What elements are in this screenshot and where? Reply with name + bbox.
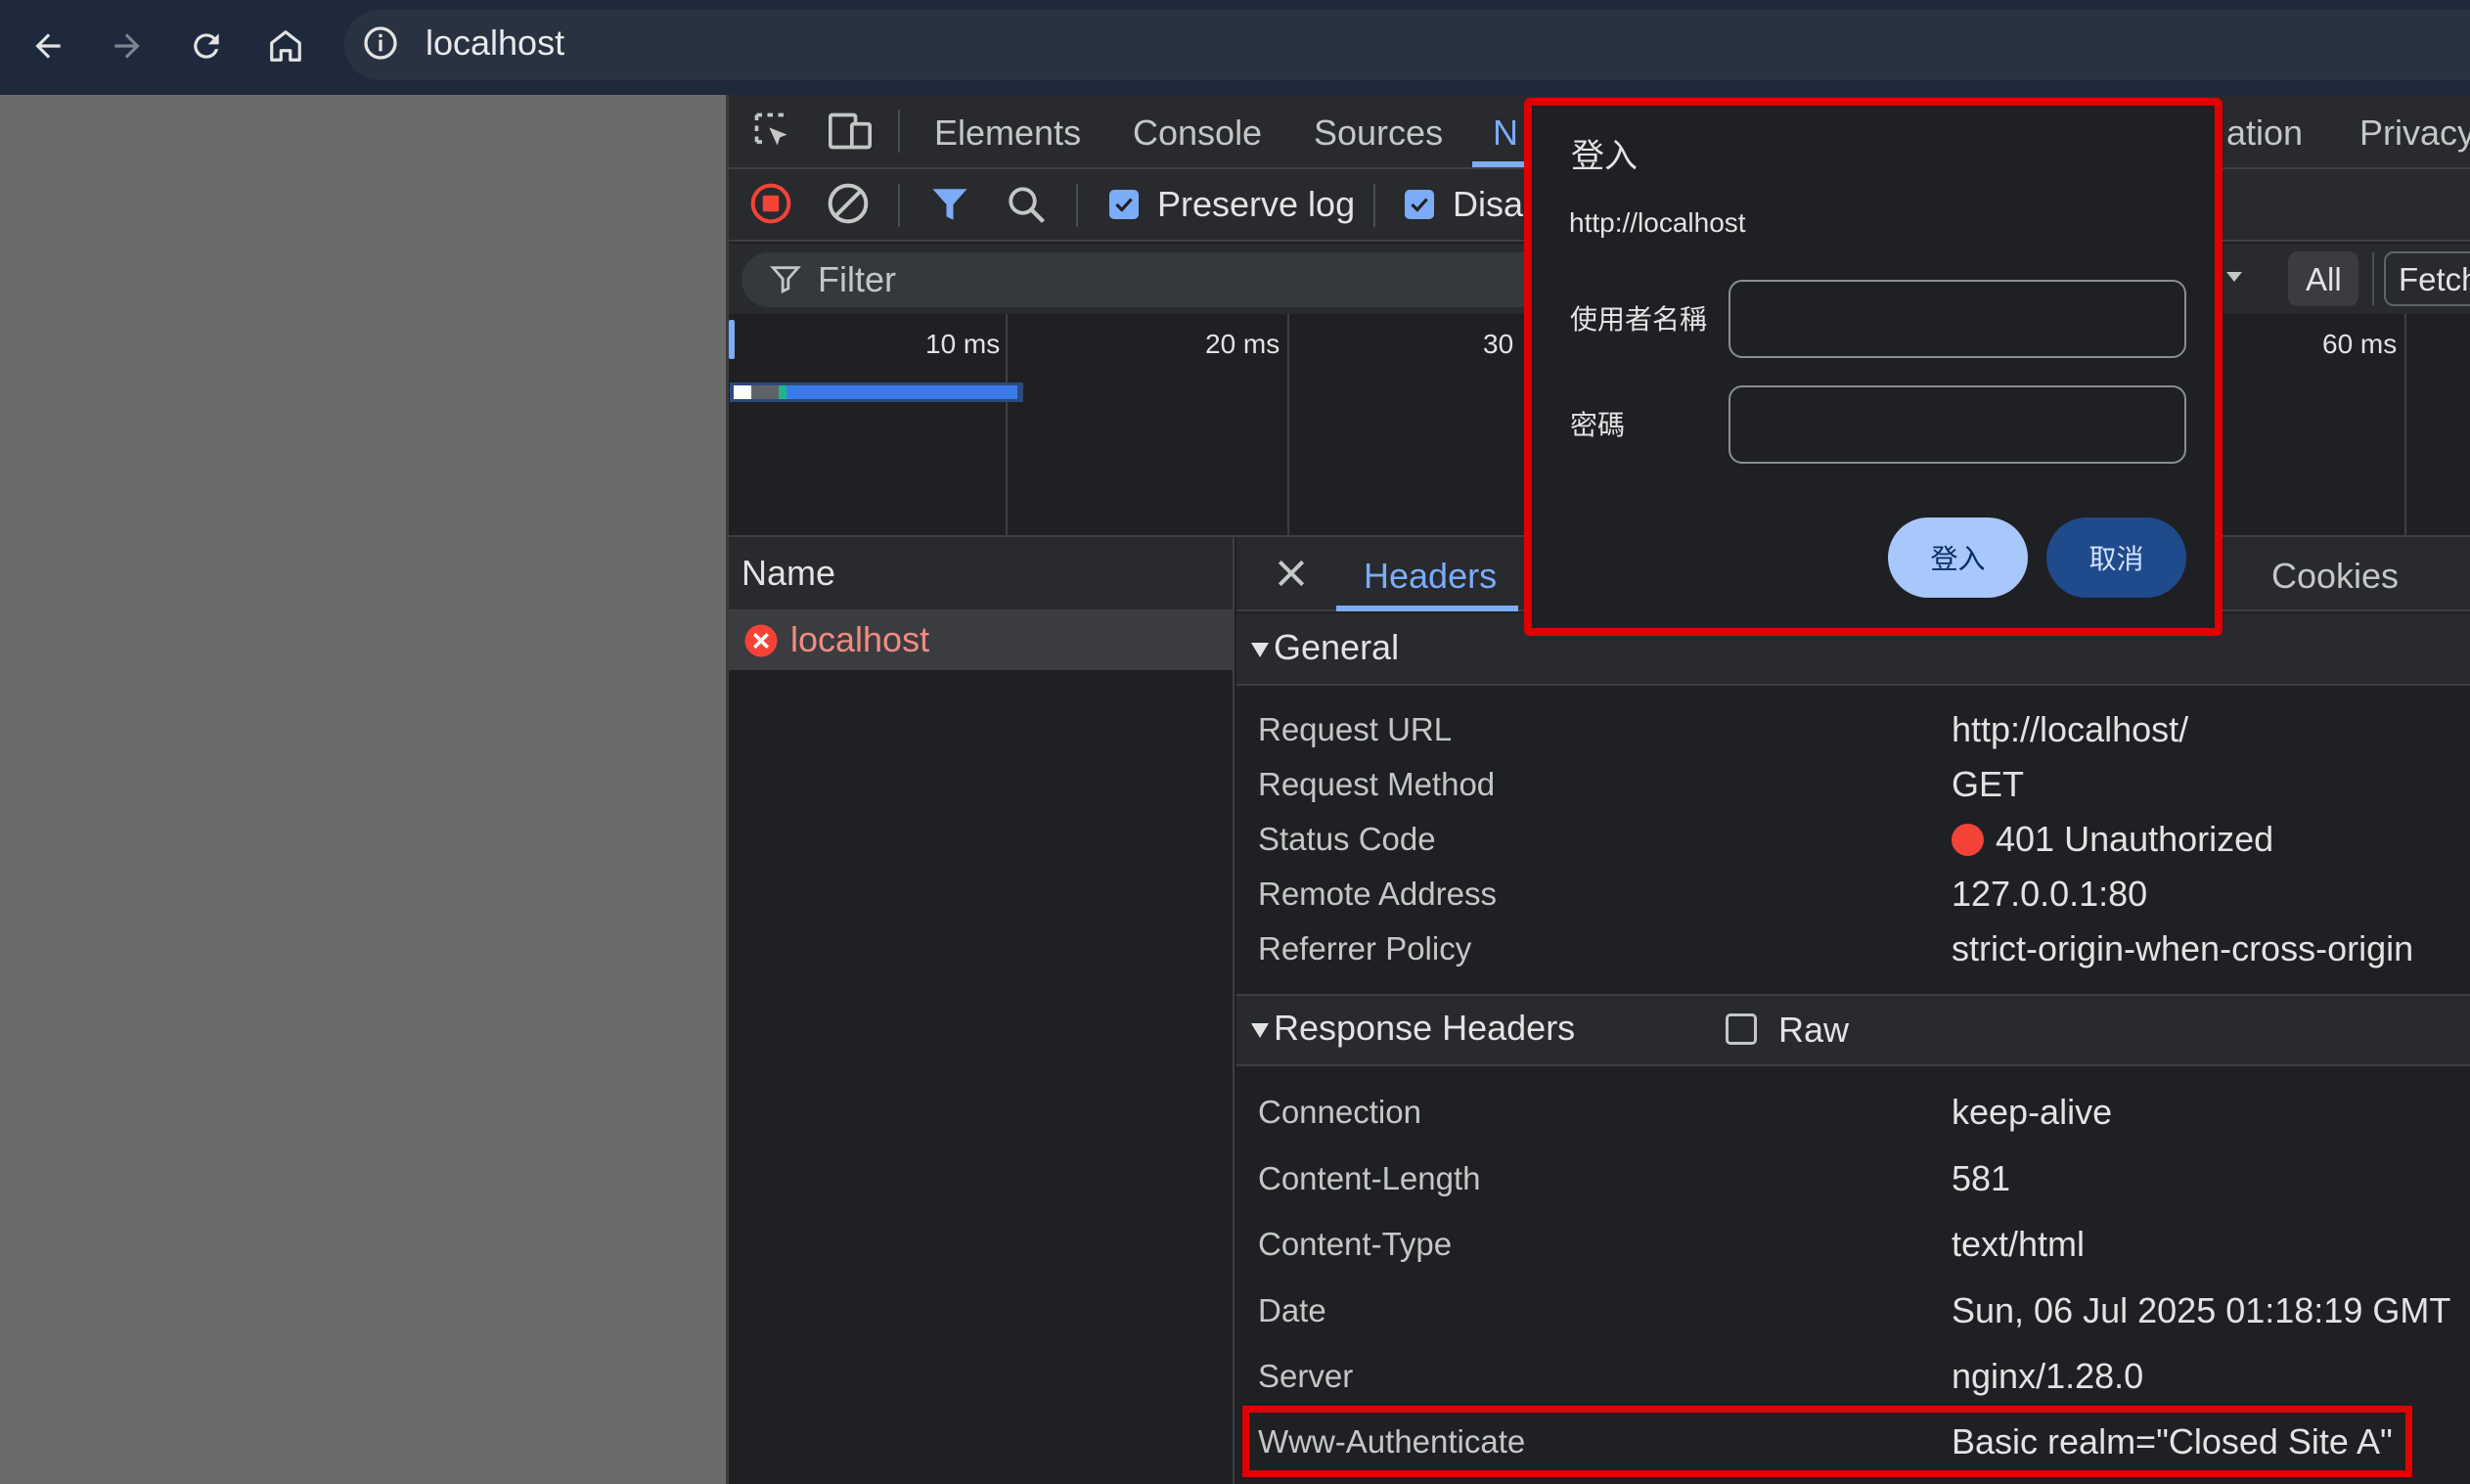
divider [1076, 184, 1078, 227]
header-value: Sun, 06 Jul 2025 01:18:19 GMT [1952, 1290, 2451, 1330]
back-icon[interactable] [22, 20, 74, 72]
dialog-title: 登入 [1571, 138, 1638, 175]
active-tab-indicator [1472, 161, 1531, 167]
timeline-request-bar-stalled [751, 385, 779, 399]
timeline-label: 20 ms [1205, 329, 1280, 359]
url-text[interactable]: localhost [426, 20, 564, 67]
name-header-label: Name [741, 553, 836, 593]
search-icon[interactable] [1006, 184, 1047, 225]
stop-recording-icon[interactable] [749, 182, 792, 225]
error-icon [743, 623, 779, 658]
header-key: Remote Address [1258, 876, 1497, 912]
request-name[interactable]: localhost [790, 616, 929, 663]
cancel-button[interactable]: 取消 [2046, 517, 2186, 598]
header-value: 581 [1952, 1158, 2011, 1198]
header-key: Server [1258, 1358, 1354, 1394]
reload-icon[interactable] [180, 20, 233, 72]
raw-label: Raw [1778, 1010, 1850, 1050]
clear-icon[interactable] [827, 182, 870, 225]
header-value: GET [1952, 764, 2025, 804]
header-key: Connection [1258, 1094, 1421, 1130]
status-code-value: 401 Unauthorized [1996, 819, 2274, 859]
timeline-request-bar-connect [779, 385, 786, 399]
general-section-title: General [1274, 627, 1400, 667]
forward-icon[interactable] [101, 20, 154, 72]
chevron-down-icon[interactable] [2223, 264, 2246, 288]
username-label: 使用者名稱 [1570, 304, 1708, 335]
tab-console[interactable]: Console [1133, 110, 1262, 157]
header-key: Content-Length [1258, 1160, 1481, 1196]
tab-elements[interactable]: Elements [934, 110, 1081, 157]
tab-privacy[interactable]: Privacy [2359, 110, 2470, 157]
header-value: text/html [1952, 1224, 2086, 1264]
header-key: Date [1258, 1292, 1326, 1328]
tab-headers[interactable]: Headers [1364, 553, 1497, 600]
timeline-handle[interactable] [729, 320, 735, 359]
triangle-down-icon[interactable] [1250, 1020, 1270, 1040]
page-viewport [0, 95, 726, 1484]
dialog-origin: http://localhost [1569, 207, 1746, 238]
header-key: Request Method [1258, 766, 1496, 802]
www-authenticate-highlight [1242, 1406, 2412, 1477]
timeline-label: 10 ms [925, 329, 1001, 359]
preserve-log-label: Preserve log [1157, 184, 1356, 224]
divider [898, 110, 900, 153]
timeline-request-bar-queue [734, 385, 751, 399]
timeline-gridline [2404, 314, 2406, 537]
timeline-gridline [1287, 314, 1289, 537]
raw-checkbox[interactable] [1726, 1013, 1757, 1045]
status-error-dot [1952, 824, 1984, 856]
header-key: Content-Type [1258, 1226, 1453, 1262]
disable-cache-checkbox[interactable] [1405, 190, 1434, 219]
password-label: 密碼 [1570, 410, 1626, 440]
divider [898, 184, 900, 227]
header-key: Status Code [1258, 821, 1436, 857]
header-key: Request URL [1258, 711, 1453, 747]
filter-icon [769, 262, 802, 295]
triangle-down-icon[interactable] [1250, 640, 1270, 659]
header-value: http://localhost/ [1952, 709, 2189, 749]
request-list [729, 670, 1235, 1484]
close-icon[interactable] [1272, 554, 1311, 593]
type-filter-fetch-label: Fetch [2399, 261, 2470, 297]
timeline-label: 30 [1483, 329, 1514, 359]
timeline-label: 60 ms [2322, 329, 2398, 359]
preserve-log-checkbox[interactable] [1109, 190, 1139, 219]
header-value: nginx/1.28.0 [1952, 1356, 2144, 1396]
header-key: Referrer Policy [1258, 930, 1472, 967]
timeline-gridline [1006, 314, 1008, 537]
login-button[interactable]: 登入 [1888, 517, 2028, 598]
inspect-element-icon[interactable] [751, 110, 794, 153]
tab-cookies[interactable]: Cookies [2271, 553, 2399, 600]
divider [1373, 184, 1375, 227]
device-toolbar-icon[interactable] [827, 110, 874, 153]
filter-placeholder: Filter [818, 259, 896, 299]
disable-cache-label: Disa [1453, 184, 1524, 224]
tab-application[interactable]: ation [2226, 110, 2303, 157]
type-filter-all-label: All [2306, 261, 2342, 297]
tab-network[interactable]: N [1493, 110, 1518, 157]
tab-sources[interactable]: Sources [1314, 110, 1443, 157]
home-icon[interactable] [259, 20, 312, 72]
site-info-icon[interactable] [361, 23, 400, 63]
username-input[interactable] [1729, 280, 2186, 358]
active-tab-indicator [1336, 606, 1518, 611]
timeline-request-bar-download [786, 385, 1017, 399]
address-bar[interactable] [344, 10, 2470, 80]
filter-funnel-icon[interactable] [929, 184, 970, 225]
divider [2372, 252, 2374, 305]
header-value: 127.0.0.1:80 [1952, 874, 2148, 914]
header-value: strict-origin-when-cross-origin [1952, 928, 2414, 968]
password-input[interactable] [1729, 385, 2186, 464]
response-headers-title: Response Headers [1274, 1008, 1576, 1048]
header-value: keep-alive [1952, 1092, 2113, 1132]
